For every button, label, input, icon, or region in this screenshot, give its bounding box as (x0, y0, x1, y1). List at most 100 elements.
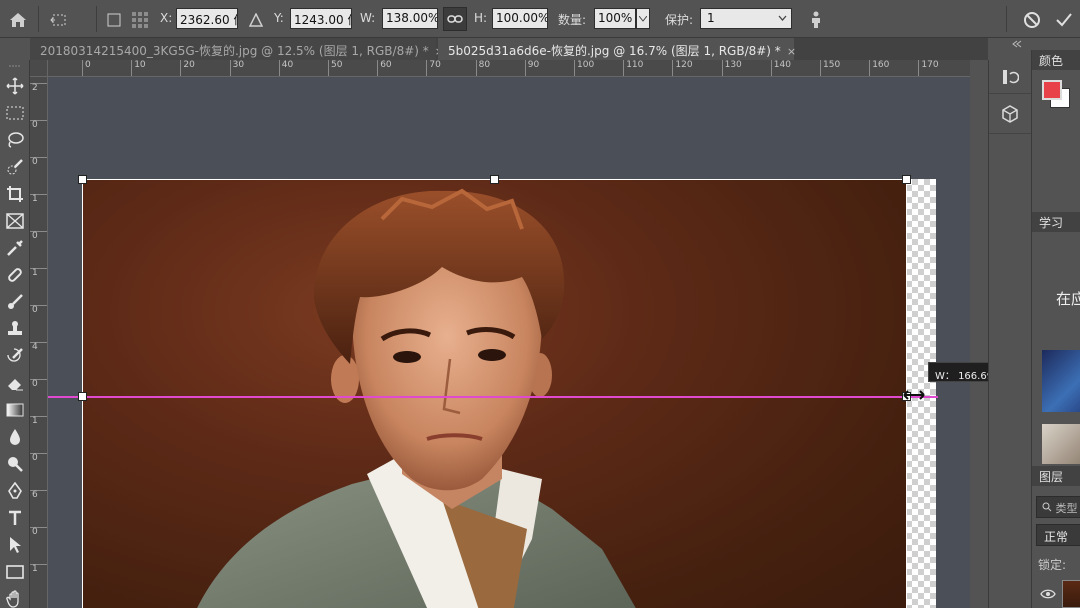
divider (38, 6, 39, 32)
h-label: H: (474, 11, 488, 25)
ruler-tick-label: 0 (30, 379, 47, 389)
reference-point-checkbox[interactable] (102, 8, 126, 32)
ruler-tick-label: 130 (721, 60, 742, 76)
layer-filter-input[interactable]: 类型 (1036, 496, 1080, 518)
tab-layers[interactable]: 图层 (1032, 466, 1080, 486)
home-icon[interactable] (6, 8, 30, 32)
transform-handle-top-right[interactable] (902, 175, 911, 184)
3d-cube-icon[interactable] (989, 94, 1031, 134)
tab-label: 20180314215400_3KG5G-恢复的.jpg @ 12.5% (图层… (40, 44, 429, 58)
dodge-icon[interactable] (0, 450, 30, 477)
panel-dock (988, 60, 1031, 608)
ruler-tick-label: 0 (30, 527, 47, 537)
tab-label: 5b025d31a6d6e-恢复的.jpg @ 16.7% (图层 1, RGB… (448, 44, 781, 58)
tab-learn[interactable]: 学习 (1032, 212, 1080, 232)
link-icon[interactable] (443, 7, 467, 31)
horizontal-ruler[interactable]: 0 10 20 30 40 50 60 70 80 90 100 110 120 130 140 150 160… (48, 60, 970, 77)
transform-handle-top-center[interactable] (490, 175, 499, 184)
learn-thumbnail[interactable] (1042, 350, 1080, 412)
pen-icon[interactable] (0, 477, 30, 504)
x-input[interactable]: 2362.60 像 (176, 8, 238, 29)
w-label: W: (360, 11, 376, 25)
toolbar-grip[interactable] (0, 60, 30, 72)
tools-panel (0, 60, 30, 608)
move-icon[interactable] (0, 72, 30, 99)
foreground-color-swatch[interactable] (1042, 80, 1062, 100)
search-icon (1042, 502, 1056, 515)
ruler-tick-label: 1 (30, 564, 47, 574)
reference-point-grid-icon[interactable] (128, 8, 152, 32)
right-panels: 颜色 学习 在应 图层 类型 正常 锁定: (1031, 50, 1080, 608)
marquee-icon[interactable] (0, 99, 30, 126)
chevron-down-icon (778, 12, 787, 27)
ruler-tick-label: 20 (180, 60, 195, 76)
path-selection-icon[interactable] (0, 531, 30, 558)
healing-brush-icon[interactable] (0, 261, 30, 288)
ruler-tick-label: 1 (30, 268, 47, 278)
history-panel-icon[interactable] (989, 60, 1031, 94)
frame-icon[interactable] (0, 207, 30, 234)
lock-label: 锁定: (1038, 558, 1067, 572)
ruler-tick-label: 0 (30, 231, 47, 241)
ruler-tick-label: 30 (229, 60, 244, 76)
ruler-tick-label: 120 (672, 60, 693, 76)
type-icon[interactable] (0, 504, 30, 531)
width-input[interactable]: 138.00% (382, 8, 438, 29)
hand-icon[interactable] (0, 585, 30, 608)
ruler-tick-label: 40 (278, 60, 293, 76)
transform-bounding-box[interactable] (82, 179, 907, 608)
learn-heading: 在应 (1056, 290, 1080, 308)
learn-thumbnail[interactable] (1042, 424, 1080, 464)
ruler-tick-label: 2 (30, 83, 47, 93)
protect-select[interactable]: 1 (700, 8, 792, 29)
eraser-icon[interactable] (0, 369, 30, 396)
ruler-tick-label: 60 (377, 60, 392, 76)
vertical-ruler[interactable]: 2 0 0 1 0 1 0 4 0 1 0 6 0 1 (30, 77, 48, 608)
resize-cursor-icon (903, 389, 925, 405)
count-input[interactable]: 100% (594, 8, 636, 29)
document-tab-bar: 20180314215400_3KG5G-恢复的.jpg @ 12.5% (图层… (30, 38, 988, 60)
blur-icon[interactable] (0, 423, 30, 450)
crop-icon[interactable] (0, 180, 30, 207)
ruler-origin[interactable] (30, 60, 48, 77)
blend-mode-select[interactable]: 正常 (1036, 524, 1080, 546)
transform-tool-icon[interactable] (48, 8, 72, 32)
lasso-icon[interactable] (0, 126, 30, 153)
tab-color[interactable]: 颜色 (1032, 50, 1080, 70)
clone-stamp-icon[interactable] (0, 315, 30, 342)
eyedropper-icon[interactable] (0, 234, 30, 261)
ruler-tick-label: 80 (475, 60, 490, 76)
height-input[interactable]: 100.00% (492, 8, 548, 29)
collapse-panels-icon[interactable] (1012, 40, 1022, 51)
smart-guide-line (48, 396, 938, 398)
rectangle-icon[interactable] (0, 558, 30, 585)
y-input[interactable]: 1243.00 像 (290, 8, 352, 29)
ruler-tick-label: 10 (131, 60, 146, 76)
ruler-tick-label: 110 (623, 60, 643, 76)
quick-selection-icon[interactable] (0, 153, 30, 180)
transform-handle-top-left[interactable] (78, 175, 87, 184)
protect-value: 1 (707, 11, 715, 25)
ruler-tick-label: 140 (770, 60, 791, 76)
history-brush-icon[interactable] (0, 342, 30, 369)
relative-position-icon[interactable] (244, 8, 268, 32)
ruler-tick-label: 150 (820, 60, 840, 76)
tab-document-2[interactable]: 5b025d31a6d6e-恢复的.jpg @ 16.7% (图层 1, RGB… (438, 38, 796, 60)
ruler-tick-label: 1 (30, 416, 47, 426)
x-label: X: (160, 11, 173, 25)
ruler-tick-label: 1 (30, 194, 47, 204)
transform-handle-middle-left[interactable] (78, 392, 87, 401)
ruler-tick-label: 90 (524, 60, 539, 76)
brush-icon[interactable] (0, 288, 30, 315)
close-icon[interactable]: × (787, 45, 796, 58)
check-icon[interactable] (1052, 8, 1076, 32)
gradient-icon[interactable] (0, 396, 30, 423)
count-dropdown-chevron-down-icon[interactable] (636, 8, 650, 29)
ruler-tick-label: 0 (82, 60, 91, 76)
cancel-icon[interactable] (1020, 8, 1044, 32)
ruler-tick-label: 0 (30, 453, 47, 463)
protect-skin-person-icon[interactable] (804, 8, 828, 32)
eye-icon[interactable] (1040, 588, 1056, 602)
layer-thumbnail[interactable] (1062, 580, 1080, 608)
tab-document-1[interactable]: 20180314215400_3KG5G-恢复的.jpg @ 12.5% (图层… (30, 38, 444, 60)
